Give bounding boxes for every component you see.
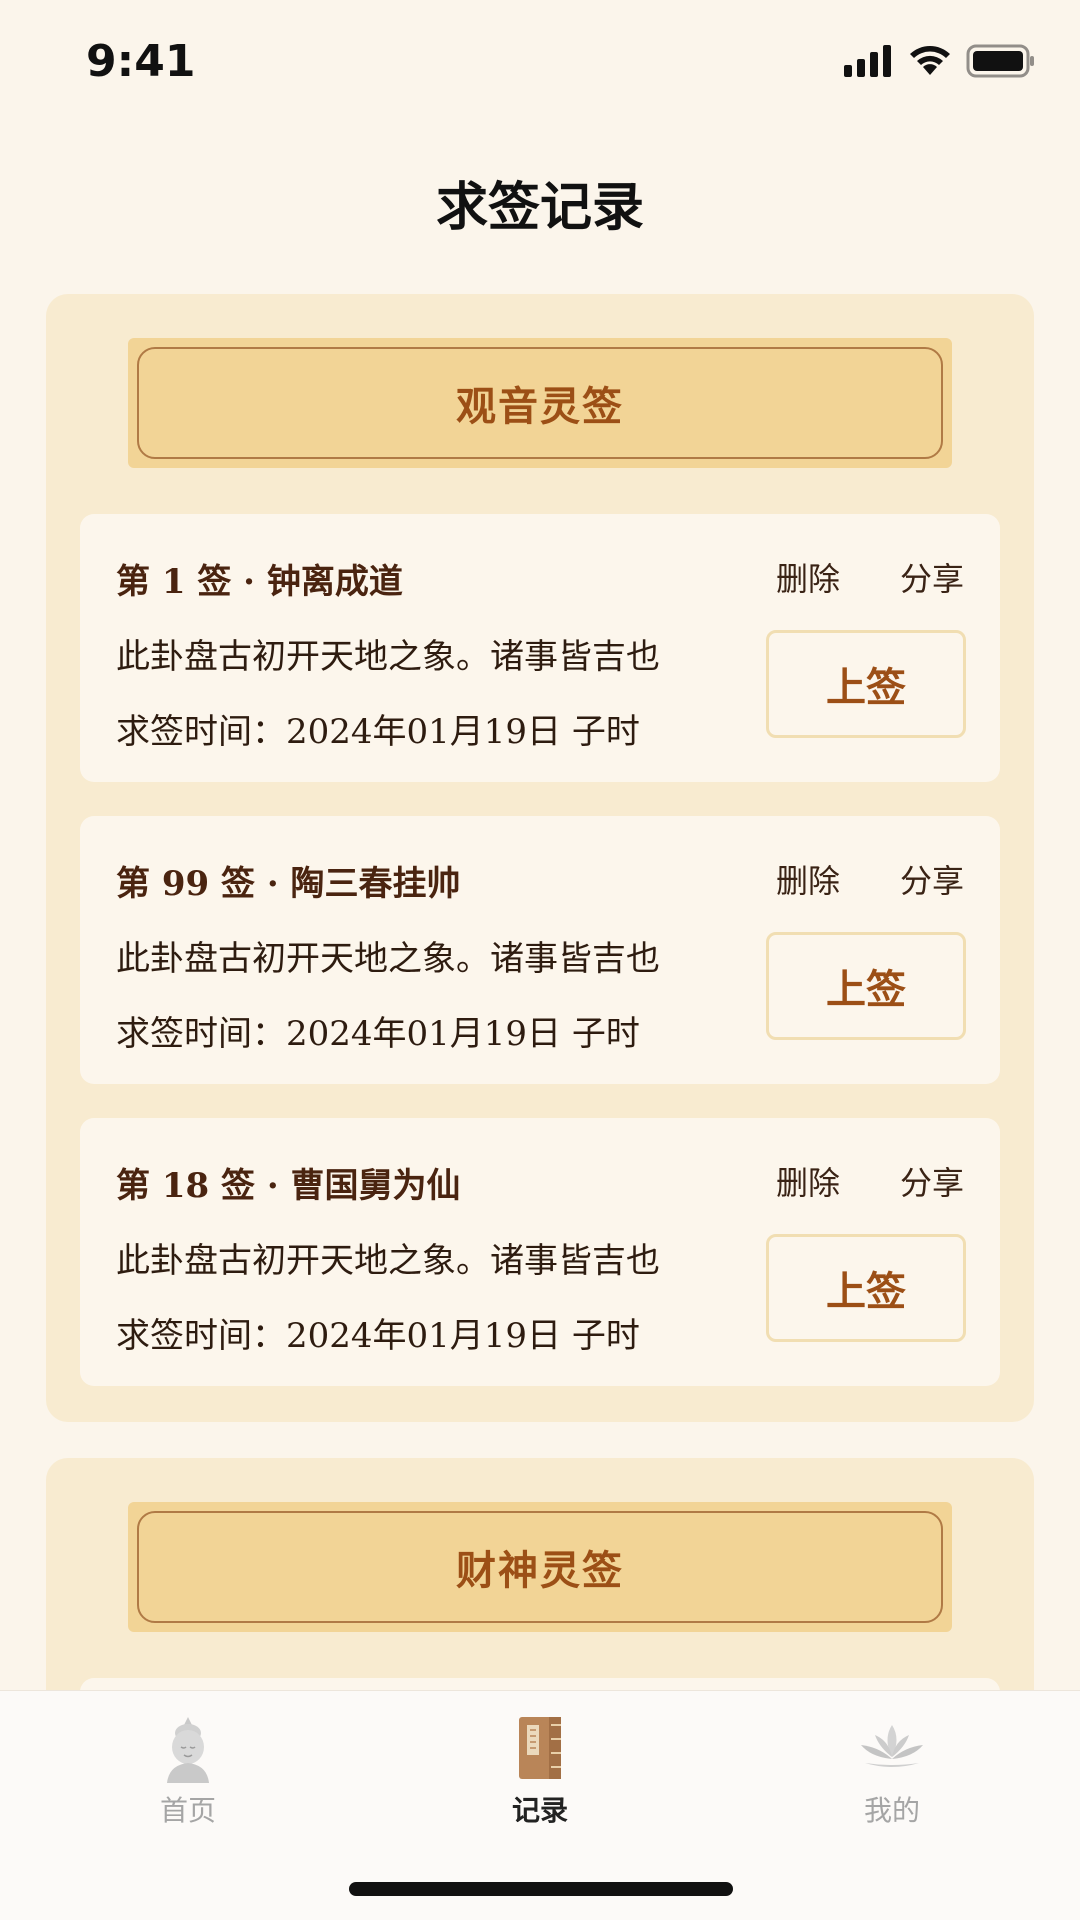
record-title: 第 18 签 · 曹国舅为仙 (116, 1166, 461, 1206)
record-actions: 删除 分享 (776, 856, 964, 902)
status-time: 9:41 (86, 36, 196, 87)
group-banner: 财神灵签 (128, 1502, 952, 1632)
home-indicator[interactable] (349, 1882, 733, 1896)
buddha-icon (167, 1717, 209, 1783)
status-icons (844, 44, 1036, 78)
record-title: 第 1 签 · 钟离成道 (116, 562, 403, 602)
cellular-signal-icon (844, 45, 891, 77)
record-card[interactable]: 第 99 签 · 陶三春挂帅 删除 分享 此卦盘古初开天地之象。诸事皆吉也 求签… (80, 816, 1000, 1084)
page-title: 求签记录 (435, 177, 644, 238)
fortune-level-badge[interactable]: 上签 (766, 1234, 966, 1342)
tab-records[interactable]: 记录 (440, 1713, 640, 1833)
record-group-guanyin: 观音灵签 第 1 签 · 钟离成道 删除 分享 此卦盘古初开天地之象。诸事皆吉也… (46, 294, 1034, 1422)
share-button[interactable]: 分享 (900, 554, 964, 600)
record-card[interactable]: 第 18 签 · 曹国舅为仙 删除 分享 此卦盘古初开天地之象。诸事皆吉也 求签… (80, 1118, 1000, 1386)
delete-button[interactable]: 删除 (776, 856, 840, 902)
lotus-icon (861, 1725, 923, 1767)
record-time: 求签时间：2024年01月19日 子时 (116, 1014, 640, 1054)
book-icon (519, 1717, 561, 1779)
delete-button[interactable]: 删除 (776, 554, 840, 600)
record-card[interactable] (80, 1678, 1000, 1690)
record-description: 此卦盘古初开天地之象。诸事皆吉也 (116, 939, 660, 979)
record-time: 求签时间：2024年01月19日 子时 (116, 712, 640, 752)
tab-label: 记录 (511, 1794, 568, 1827)
tab-home[interactable]: 首页 (88, 1713, 288, 1833)
share-button[interactable]: 分享 (900, 856, 964, 902)
record-group-caishen: 财神灵签 (46, 1458, 1034, 1690)
record-actions: 删除 分享 (776, 1158, 964, 1204)
record-description: 此卦盘古初开天地之象。诸事皆吉也 (116, 1241, 660, 1281)
record-time: 求签时间：2024年01月19日 子时 (116, 1316, 640, 1356)
record-description: 此卦盘古初开天地之象。诸事皆吉也 (116, 637, 660, 677)
share-button[interactable]: 分享 (900, 1158, 964, 1204)
fortune-level-badge[interactable]: 上签 (766, 630, 966, 738)
battery-icon (966, 44, 1034, 78)
wifi-icon (910, 46, 950, 75)
group-banner: 观音灵签 (128, 338, 952, 468)
tab-mine[interactable]: 我的 (792, 1713, 992, 1833)
group-title: 财神灵签 (456, 1547, 624, 1594)
record-actions: 删除 分享 (776, 554, 964, 600)
tab-label: 首页 (159, 1794, 216, 1827)
status-bar: 9:41 (0, 0, 1080, 130)
delete-button[interactable]: 删除 (776, 1158, 840, 1204)
group-title: 观音灵签 (456, 383, 624, 430)
fortune-level-badge[interactable]: 上签 (766, 932, 966, 1040)
record-title: 第 99 签 · 陶三春挂帅 (116, 864, 461, 904)
records-scroll-area[interactable]: 观音灵签 第 1 签 · 钟离成道 删除 分享 此卦盘古初开天地之象。诸事皆吉也… (46, 294, 1034, 1690)
record-card[interactable]: 第 1 签 · 钟离成道 删除 分享 此卦盘古初开天地之象。诸事皆吉也 求签时间… (80, 514, 1000, 782)
tab-label: 我的 (863, 1794, 920, 1827)
